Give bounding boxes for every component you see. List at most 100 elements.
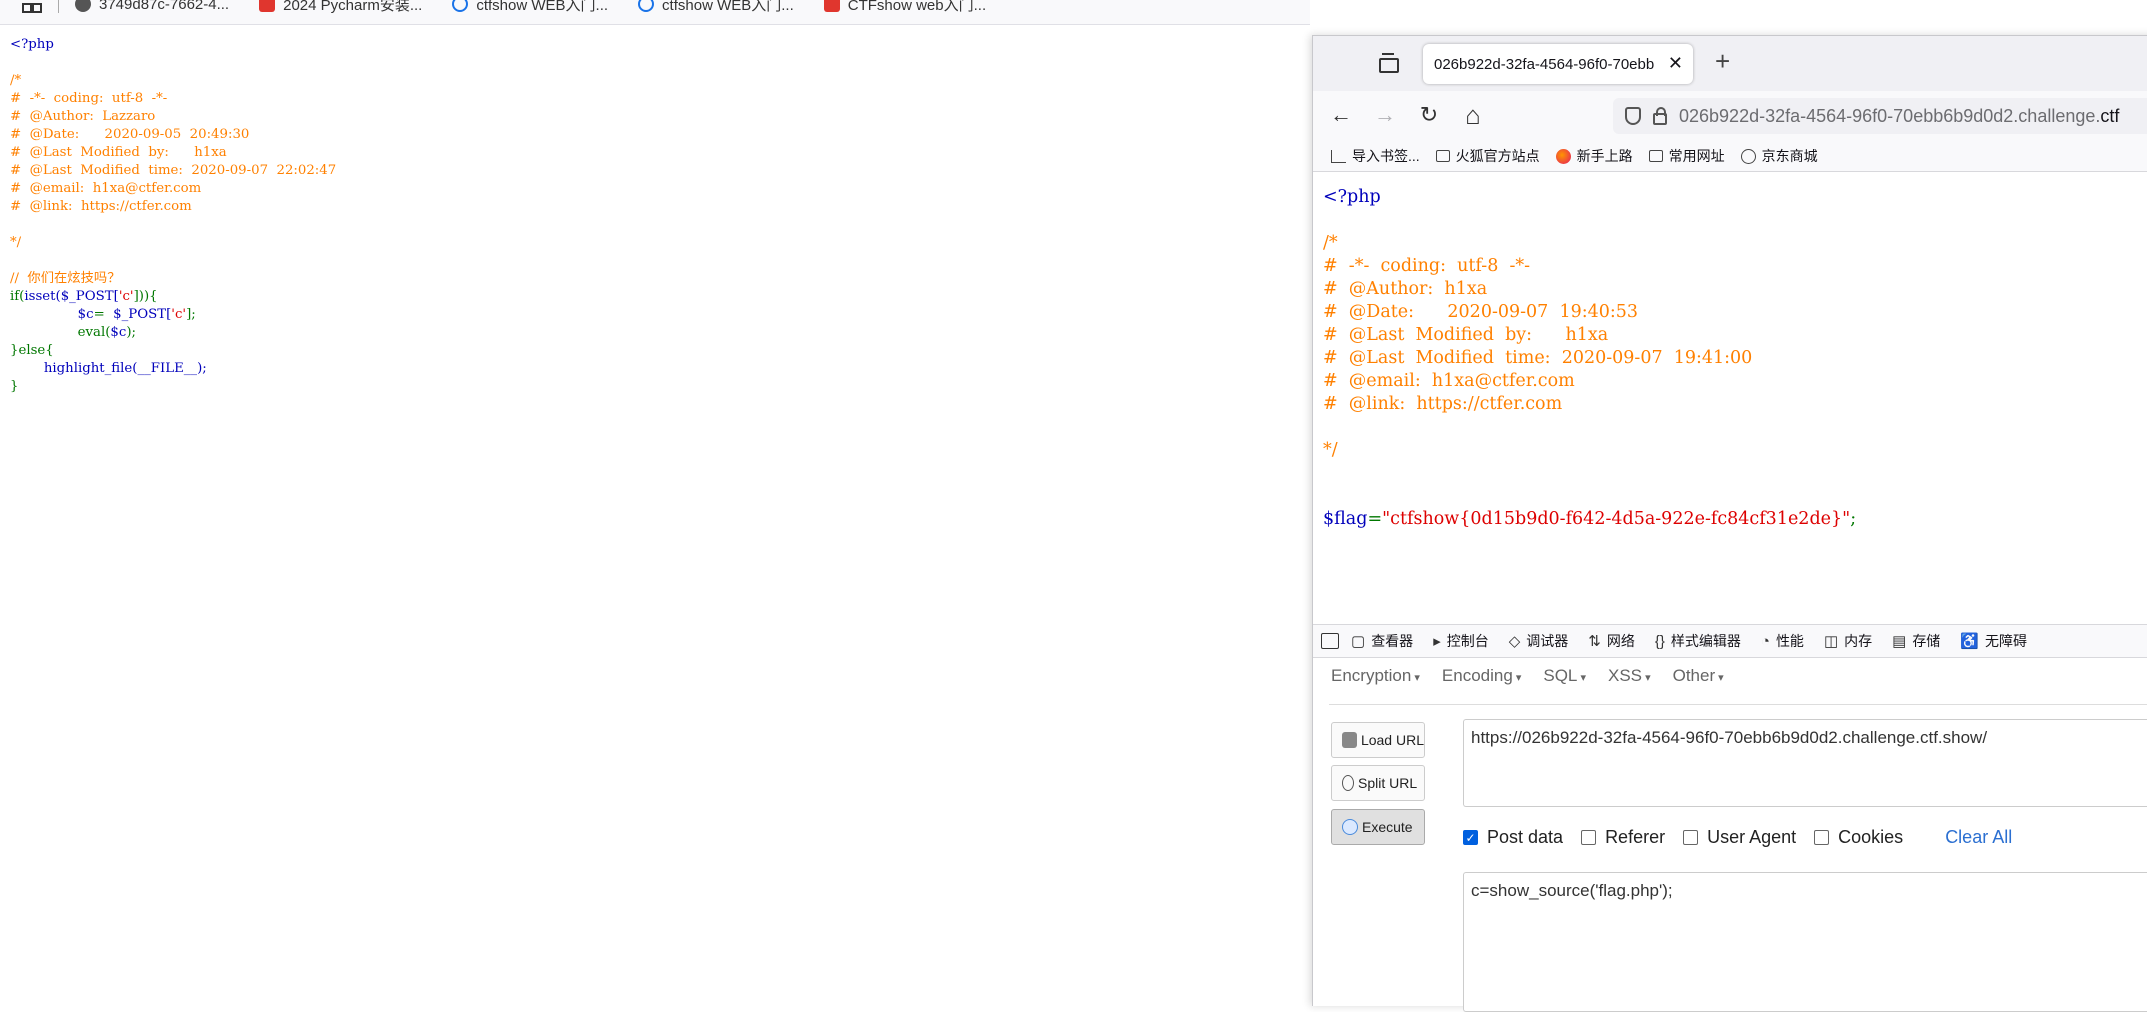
bookmark-label: 京东商城 <box>1761 148 1818 164</box>
devtools-tab-label: 网络 <box>1606 633 1635 649</box>
debugger-icon: ◇ <box>1508 633 1521 650</box>
option-label: Post data <box>1487 827 1564 847</box>
style-editor-icon: {} <box>1654 632 1665 650</box>
top-bookmark-2[interactable]: 2024 Pycharm安装... <box>259 0 422 15</box>
comment-line: # @email: h1xa@ctfer.com <box>1323 371 1575 391</box>
clear-all-link[interactable]: Clear All <box>1945 827 2012 848</box>
comment-line: # @Last Modified time: 2020-09-07 22:02:… <box>10 163 337 178</box>
apps-grid-icon[interactable] <box>22 0 44 13</box>
devtools-tab-network[interactable]: ⇅ 网络 <box>1588 631 1635 651</box>
top-bookmark-3[interactable]: ctfshow WEB入门... <box>452 0 608 15</box>
lock-icon[interactable] <box>1653 107 1667 125</box>
folder-icon <box>1435 150 1450 162</box>
comment-line: # -*- coding: utf-8 -*- <box>1323 256 1531 276</box>
checkbox[interactable] <box>1683 830 1699 845</box>
hackbar-divider <box>1329 704 2147 705</box>
top-bookmarks-bar: 3749d87c-7662-4... 2024 Pycharm安装... ctf… <box>0 0 1310 25</box>
devtools-tab-performance[interactable]: ◔ 性能 <box>1761 631 1804 651</box>
address-bar[interactable]: 026b922d-32fa-4564-96f0-70ebb6b9d0d2.cha… <box>1613 98 2147 134</box>
comment-line: # -*- coding: utf-8 -*- <box>10 91 168 106</box>
code-token: $_POST[ <box>113 307 172 322</box>
new-tab-button[interactable]: + <box>1715 46 1730 77</box>
flag-variable: $flag <box>1323 509 1368 529</box>
devtools-tab-label: 查看器 <box>1371 633 1414 649</box>
devtools-tab-label: 存储 <box>1912 633 1941 649</box>
globe-icon <box>1740 148 1756 164</box>
code-token: ; <box>1850 509 1857 529</box>
active-tab[interactable]: 026b922d-32fa-4564-96f0-70ebb6b9d0d2.cha… <box>1423 44 1693 84</box>
devtools-tab-storage[interactable]: ▤ 存储 <box>1892 631 1940 651</box>
code-token: = <box>1367 509 1383 529</box>
bookmark-getting-started[interactable]: 新手上路 <box>1555 146 1633 166</box>
option-post-data[interactable]: ✓ Post data <box>1463 827 1563 848</box>
bookmark-import[interactable]: 导入书签... <box>1331 146 1420 166</box>
menu-sql[interactable]: SQL <box>1543 666 1586 686</box>
comment-line: # @Last Modified by: h1xa <box>10 145 227 160</box>
home-icon[interactable]: ⌂ <box>1459 101 1487 129</box>
top-bookmark-label: 3749d87c-7662-4... <box>99 0 230 13</box>
split-url-button[interactable]: Split URL <box>1331 765 1425 801</box>
php-open-tag: <?php <box>10 37 54 52</box>
option-cookies[interactable]: Cookies <box>1814 827 1903 848</box>
comment-line: # @Author: h1xa <box>1323 279 1488 299</box>
network-icon: ⇅ <box>1588 633 1601 650</box>
option-user-agent[interactable]: User Agent <box>1683 827 1796 848</box>
code-token: $_POST[ <box>60 289 119 304</box>
code-token: isset( <box>24 289 61 304</box>
checkbox[interactable] <box>1581 830 1597 845</box>
memory-icon: ◫ <box>1823 633 1839 650</box>
menu-xss[interactable]: XSS <box>1608 666 1651 686</box>
bookmark-separator <box>58 0 59 13</box>
play-icon <box>1342 819 1358 835</box>
bookmark-common-sites[interactable]: 常用网址 <box>1648 146 1725 166</box>
bookmark-label: 新手上路 <box>1576 148 1633 164</box>
top-bookmark-5[interactable]: CTFshow web入门... <box>823 0 986 15</box>
load-url-icon <box>1342 732 1357 748</box>
close-icon[interactable]: ✕ <box>1668 53 1683 74</box>
element-picker-icon[interactable] <box>1321 633 1339 649</box>
checkbox[interactable] <box>1814 830 1830 845</box>
devtools-toolbar: ▢ 查看器 ▸ 控制台 ◇ 调试器 ⇅ 网络 {} 样式编辑器 ◔ 性能 ◫ 内存 ▤ 存储 ♿… <box>1313 624 2147 658</box>
load-url-button[interactable]: Load URL <box>1331 722 1425 758</box>
menu-encryption[interactable]: Encryption <box>1331 666 1420 686</box>
bookmark-firefox-official[interactable]: 火狐官方站点 <box>1435 146 1540 166</box>
bookmark-jd[interactable]: 京东商城 <box>1740 146 1818 166</box>
code-token: if( <box>10 289 25 304</box>
devtools-tab-label: 样式编辑器 <box>1670 633 1741 649</box>
comment-line: # @email: h1xa@ctfer.com <box>10 181 202 196</box>
tab-list-icon[interactable] <box>1377 52 1399 73</box>
shield-icon[interactable] <box>1625 107 1641 125</box>
checkbox-checked[interactable]: ✓ <box>1463 830 1478 845</box>
devtools-tab-label: 内存 <box>1844 633 1873 649</box>
devtools-tab-accessibility[interactable]: ♿ 无障碍 <box>1960 631 2027 651</box>
menu-other[interactable]: Other <box>1673 666 1724 686</box>
back-arrow-icon[interactable]: ← <box>1327 101 1355 129</box>
top-bookmark-1[interactable]: 3749d87c-7662-4... <box>75 0 229 13</box>
post-data-input[interactable]: c=show_source('flag.php'); <box>1463 872 2147 1012</box>
performance-icon: ◔ <box>1760 632 1770 650</box>
devtools-tab-memory[interactable]: ◫ 内存 <box>1824 631 1872 651</box>
devtools-tab-debugger[interactable]: ◇ 调试器 <box>1509 631 1569 651</box>
code-token: highlight_file(__FILE__); <box>43 361 207 376</box>
top-bookmark-4[interactable]: ctfshow WEB入门... <box>638 0 794 15</box>
load-url-label: Load URL <box>1360 732 1424 748</box>
code-token: eval( <box>77 325 111 340</box>
devtools-tab-inspector[interactable]: ▢ 查看器 <box>1351 631 1413 651</box>
devtools-tab-style-editor[interactable]: {} 样式编辑器 <box>1655 631 1741 651</box>
devtools-tab-console[interactable]: ▸ 控制台 <box>1433 631 1489 651</box>
hackbar-menu: Encryption Encoding SQL XSS Other <box>1331 666 1746 686</box>
url-text[interactable]: 026b922d-32fa-4564-96f0-70ebb6b9d0d2.cha… <box>1679 106 2119 127</box>
nav-bar: ← → ↻ ⌂ 026b922d-32fa-4564-96f0-70ebb6b9… <box>1313 91 2147 141</box>
reload-icon[interactable]: ↻ <box>1415 101 1443 129</box>
left-source-code: <?php /* # -*- coding: utf-8 -*- # @Auth… <box>10 36 336 396</box>
option-referer[interactable]: Referer <box>1581 827 1665 848</box>
tab-title: 026b922d-32fa-4564-96f0-70ebb6b9d0d2.cha… <box>1434 55 1654 73</box>
forward-arrow-icon[interactable]: → <box>1371 101 1399 129</box>
execute-button[interactable]: Execute <box>1331 809 1425 845</box>
devtools-tab-label: 调试器 <box>1526 633 1569 649</box>
storage-icon: ▤ <box>1892 633 1907 650</box>
code-token: }else{ <box>10 343 54 358</box>
menu-encoding[interactable]: Encoding <box>1442 666 1521 686</box>
site-icon <box>259 0 276 12</box>
hackbar-url-input[interactable]: https://026b922d-32fa-4564-96f0-70ebb6b9… <box>1463 719 2147 807</box>
